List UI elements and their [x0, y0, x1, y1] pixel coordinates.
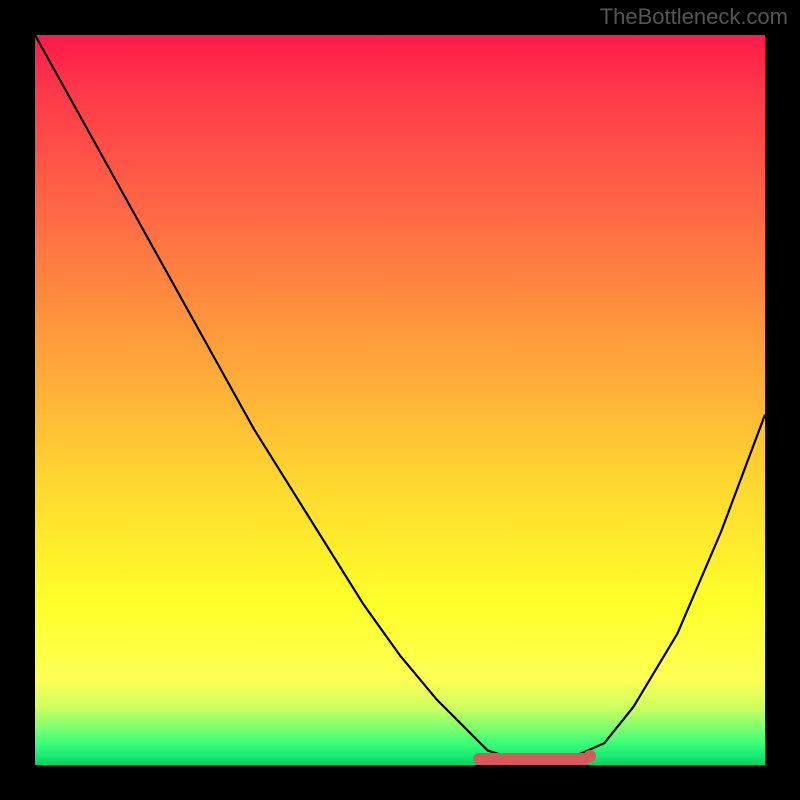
- bottleneck-curve: [35, 35, 765, 765]
- optimal-zone-marker: [473, 753, 590, 765]
- watermark-text: TheBottleneck.com: [600, 4, 788, 30]
- optimal-point-marker: [584, 750, 596, 762]
- plot-area: [35, 35, 765, 765]
